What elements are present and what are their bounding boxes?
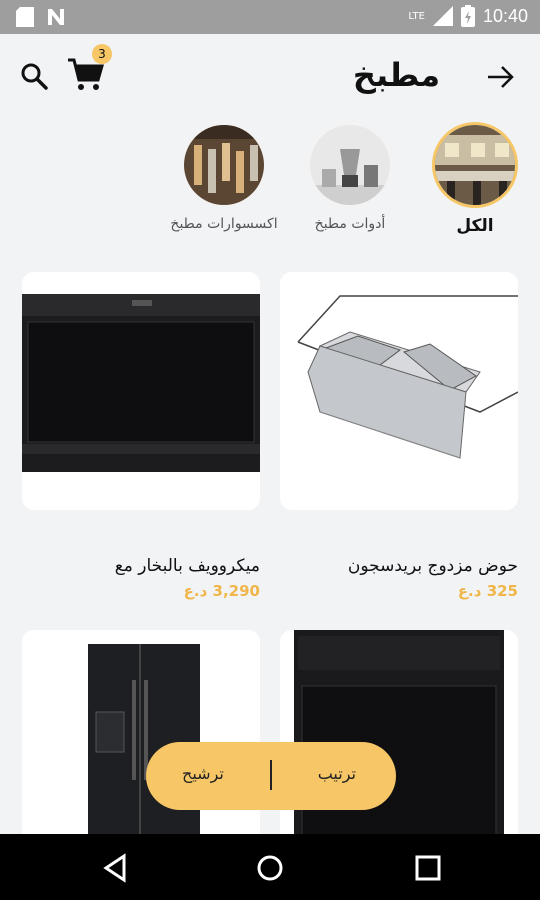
system-nav-bar (0, 834, 540, 900)
category-image (181, 122, 267, 208)
page-title: مطبخ (352, 56, 440, 94)
category-label: أدوات مطبخ (314, 216, 386, 232)
product-name[interactable]: ميكروويف بالبخار مع (20, 556, 260, 576)
signal-icon (432, 6, 453, 26)
product-card[interactable] (280, 272, 518, 510)
category-image (432, 122, 518, 208)
category-label: الكل (456, 216, 494, 236)
category-image (307, 122, 393, 208)
product-card[interactable] (22, 272, 260, 510)
sd-card-icon (16, 7, 34, 27)
product-image (22, 272, 260, 510)
search-icon[interactable] (20, 62, 48, 90)
cart-count-badge: 3 (92, 44, 112, 64)
n-icon (48, 9, 64, 25)
category-strip: الكل أدوات مطبخ اكسسوارات مطبخ (0, 120, 540, 250)
category-kitchen-tools[interactable]: أدوات مطبخ (290, 122, 410, 232)
battery-icon (460, 5, 475, 27)
product-price: 3,290 د.ع (183, 582, 260, 600)
sort-button[interactable]: ترتيب (318, 764, 356, 783)
clock: 10:40 (482, 5, 528, 26)
app-header: 3 مطبخ (0, 34, 540, 116)
category-all[interactable]: الكل (415, 122, 535, 236)
nav-recents-icon[interactable] (410, 850, 446, 886)
network-label: LTE (408, 10, 425, 22)
category-label: اكسسوارات مطبخ (170, 216, 278, 232)
product-image (280, 272, 518, 510)
product-name[interactable]: حوض مزدوج بريدسجون (278, 556, 518, 576)
divider (270, 760, 272, 790)
back-arrow-icon[interactable] (484, 60, 518, 94)
product-price: 325 د.ع (457, 582, 518, 600)
filter-button[interactable]: ترشيح (182, 764, 224, 783)
nav-back-icon[interactable] (98, 850, 134, 886)
category-kitchen-accessories[interactable]: اكسسوارات مطبخ (164, 122, 284, 232)
status-bar: LTE 10:40 (0, 0, 540, 34)
nav-home-icon[interactable] (252, 850, 288, 886)
sort-filter-bar: ترتيب ترشيح (146, 742, 396, 810)
